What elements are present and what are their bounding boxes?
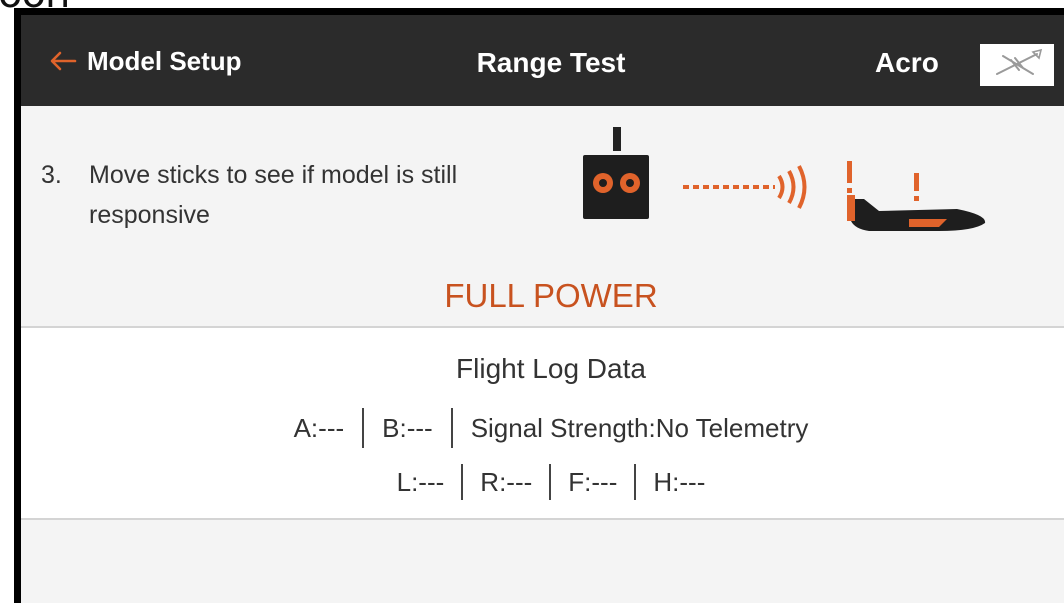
divider (461, 464, 464, 500)
instruction-step: 3. Move sticks to see if model is still … (41, 155, 539, 235)
divider (450, 408, 453, 448)
airplane-thumbnail-icon (996, 48, 1043, 75)
log-signal-strength: Signal Strength:No Telemetry (470, 412, 809, 443)
transmitter-icon (583, 127, 649, 219)
top-bar: Model Setup Range Test Acro (21, 15, 1064, 106)
flight-log-row-1: A:--- B:--- Signal Strength:No Telemetry (21, 408, 1064, 448)
back-label: Model Setup (87, 45, 242, 76)
step-text: Move sticks to see if model is still res… (89, 161, 458, 229)
divider (549, 464, 552, 500)
device-screen: Model Setup Range Test Acro 3. Move stic… (14, 8, 1064, 603)
page-title: Range Test (476, 47, 626, 78)
log-value-a: A:--- (293, 412, 345, 443)
step-number: 3. (41, 161, 62, 189)
log-value-f: F:--- (568, 466, 618, 497)
log-value-h: H:--- (653, 466, 706, 497)
back-button[interactable]: Model Setup (49, 45, 242, 77)
log-value-r: R:--- (480, 466, 533, 497)
divider (634, 464, 637, 500)
log-value-b: B:--- (382, 412, 433, 443)
log-value-l: L:--- (396, 466, 445, 497)
model-name[interactable]: Acro (875, 47, 939, 79)
range-test-illustration (583, 127, 986, 231)
power-mode-label: FULL POWER (444, 277, 658, 314)
flight-log-title: Flight Log Data (456, 353, 646, 384)
divider (362, 408, 365, 448)
flight-log-panel: Flight Log Data A:--- B:--- Signal Stren… (21, 326, 1064, 520)
signal-wave-icon (683, 165, 807, 209)
page: oon Model Setup Range Test Acro 3. Move … (0, 0, 1064, 603)
back-arrow-icon (50, 51, 77, 71)
flight-log-row-2: L:--- R:--- F:--- H:--- (21, 462, 1064, 502)
warning-icon (847, 161, 919, 201)
model-thumbnail[interactable] (980, 44, 1054, 86)
